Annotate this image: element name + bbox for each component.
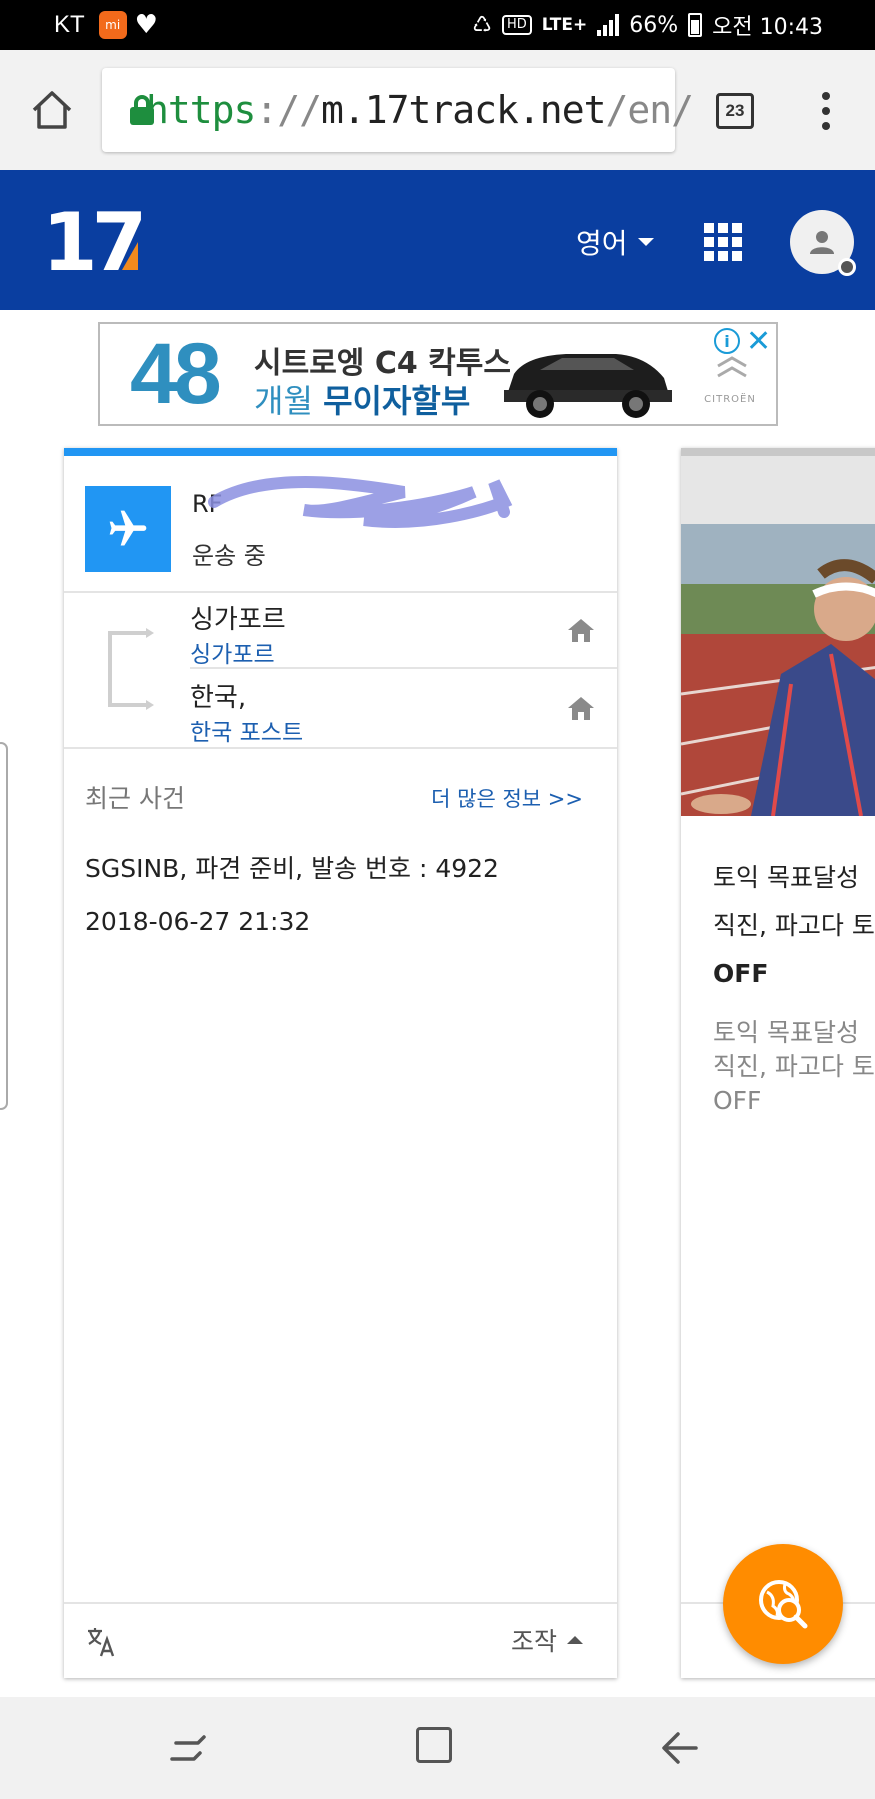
home-icon[interactable] bbox=[30, 90, 74, 130]
latest-event-time: 2018-06-27 21:32 bbox=[85, 907, 311, 936]
ad-number: 48 bbox=[130, 326, 222, 422]
site-logo[interactable]: 17 bbox=[42, 200, 142, 280]
events-title: 최근 사건 bbox=[85, 784, 185, 813]
edge-panel-handle[interactable] bbox=[0, 742, 8, 1110]
tracking-card: RF 운송 중 싱가포르 싱가포르 한국, 한국 포스트 최근 사건 더 많은 … bbox=[64, 448, 617, 1678]
track-search-fab[interactable] bbox=[723, 1544, 843, 1664]
url-text[interactable]: https://m.17track.net/en/ bbox=[146, 88, 694, 132]
site-header: 17 영어 bbox=[0, 170, 875, 310]
shipment-status: 운송 중 bbox=[192, 542, 266, 570]
person-icon bbox=[810, 231, 834, 254]
destination-row: 한국, 한국 포스트 bbox=[190, 671, 617, 747]
recycle-icon: ♺ bbox=[472, 12, 492, 38]
translate-icon[interactable] bbox=[86, 1626, 118, 1658]
promo-card-header bbox=[681, 456, 875, 524]
carrier-label: KT bbox=[54, 11, 85, 38]
caret-down-icon bbox=[637, 238, 654, 246]
address-bar[interactable]: https://m.17track.net/en/ bbox=[102, 68, 694, 152]
heart-icon: ♥ bbox=[134, 10, 158, 40]
recent-apps-icon[interactable] bbox=[168, 1729, 210, 1769]
signal-icon bbox=[597, 14, 620, 36]
hd-badge: HD bbox=[501, 15, 532, 35]
citroen-logo-icon bbox=[717, 356, 747, 378]
actions-menu-button[interactable]: 조작 bbox=[511, 1622, 583, 1658]
globe-search-icon bbox=[759, 1580, 808, 1629]
online-status-dot bbox=[838, 258, 856, 276]
origin-row: 싱가포르 싱가포르 bbox=[190, 593, 617, 669]
clock: 오전 10:43 bbox=[712, 15, 823, 40]
battery-icon bbox=[688, 13, 703, 37]
ad-car-image bbox=[504, 354, 672, 418]
destination-carrier-link[interactable]: 한국 포스트 bbox=[190, 713, 303, 747]
promo-description: 토익 목표달성 직진, 파고다 토 OFF bbox=[713, 1018, 875, 1115]
tracking-card-footer: 조작 bbox=[64, 1602, 617, 1678]
origin-country: 싱가포르 bbox=[190, 605, 286, 635]
more-menu-icon[interactable] bbox=[812, 88, 840, 134]
tab-switcher-button[interactable]: 23 bbox=[716, 93, 754, 129]
browser-toolbar: https://m.17track.net/en/ 23 bbox=[0, 50, 875, 170]
redaction-scribble bbox=[208, 476, 513, 528]
status-bar: KT mi ♥ ♺ HD LTE+ 66% 오전 10:43 bbox=[0, 0, 875, 50]
language-label: 영어 bbox=[576, 227, 628, 260]
avatar[interactable] bbox=[790, 210, 856, 276]
more-info-link[interactable]: 더 많은 정보 >> bbox=[431, 783, 583, 813]
system-nav-bar bbox=[0, 1697, 875, 1799]
destination-country: 한국, bbox=[190, 683, 247, 713]
back-icon[interactable] bbox=[660, 1729, 700, 1767]
ad-banner[interactable]: 48 시트로엥 C4 칵투스 개월 무이자할부 i ✕ CITROËN bbox=[98, 322, 778, 426]
ad-subline: 개월 무이자할부 bbox=[254, 382, 471, 420]
caret-up-icon bbox=[567, 1636, 583, 1644]
system-home-icon[interactable] bbox=[416, 1727, 452, 1763]
promo-card[interactable]: 토익 목표달성 직진, 파고다 토 OFF 토익 목표달성 직진, 파고다 토 … bbox=[681, 448, 875, 1678]
route-arrow-icon bbox=[108, 628, 154, 710]
actions-label: 조작 bbox=[510, 1627, 557, 1656]
apps-grid-icon[interactable] bbox=[704, 223, 742, 261]
ad-brand: CITROËN bbox=[704, 394, 756, 405]
promo-image bbox=[681, 524, 875, 816]
language-selector[interactable]: 영어 bbox=[576, 222, 654, 262]
notification-app-icon: mi bbox=[98, 11, 127, 39]
route-section: 싱가포르 싱가포르 한국, 한국 포스트 bbox=[64, 593, 617, 749]
network-type: LTE+ bbox=[541, 15, 588, 35]
home-icon[interactable] bbox=[567, 695, 595, 721]
promo-title: 토익 목표달성 직진, 파고다 토 OFF bbox=[713, 863, 875, 988]
ad-info-icon[interactable]: i bbox=[714, 328, 740, 354]
home-icon[interactable] bbox=[567, 617, 595, 643]
battery-percent: 66% bbox=[629, 12, 679, 38]
origin-carrier-link[interactable]: 싱가포르 bbox=[190, 635, 275, 669]
latest-event-description: SGSINB, 파견 준비, 발송 번호 : 4922 bbox=[85, 854, 499, 883]
tracking-card-header[interactable]: RF 운송 중 bbox=[64, 456, 617, 593]
